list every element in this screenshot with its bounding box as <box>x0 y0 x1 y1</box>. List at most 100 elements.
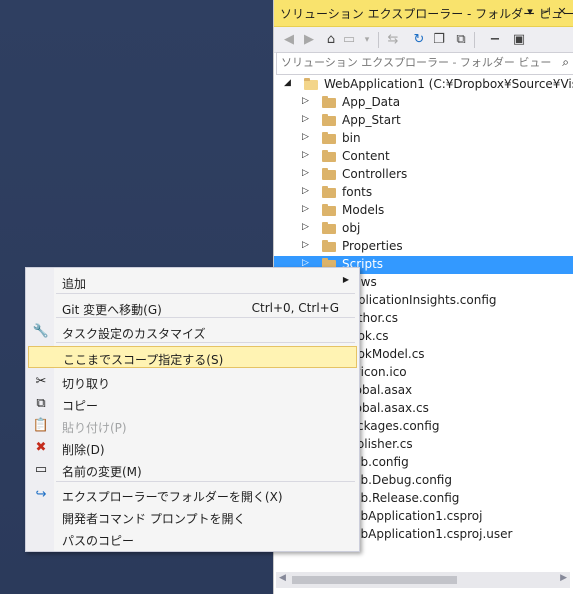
scroll-left-icon[interactable]: ◀ <box>279 573 286 583</box>
expand-arrow-icon[interactable]: ▷ <box>302 222 312 232</box>
dropdown-icon[interactable]: ▾ <box>522 4 538 20</box>
search-input[interactable] <box>277 53 555 72</box>
tree-item-label: App_Start <box>342 113 401 127</box>
home-icon[interactable]: ⌂ <box>322 31 340 49</box>
properties-icon[interactable]: − <box>486 31 504 49</box>
folder-icon <box>304 78 318 90</box>
switch-views-dropdown-icon[interactable]: ▾ <box>358 31 376 49</box>
menu-item[interactable]: 追加 ▶ <box>28 271 357 293</box>
collapse-all-icon[interactable]: ❐ <box>430 31 448 49</box>
tree-folder[interactable]: ▷ Properties <box>274 238 573 256</box>
menu-item-label: エクスプローラーでフォルダーを開く(X) <box>62 490 283 504</box>
switch-views-icon[interactable]: ▭ <box>340 31 358 49</box>
menu-item[interactable]: 📋 貼り付け(P) <box>28 415 357 437</box>
tree-folder[interactable]: ▷ Content <box>274 148 573 166</box>
horizontal-scrollbar[interactable]: ◀ ▶ <box>276 572 570 588</box>
expand-arrow-icon[interactable]: ▷ <box>302 168 312 178</box>
folder-icon <box>322 204 336 216</box>
folder-icon <box>322 222 336 234</box>
expand-arrow-icon[interactable]: ▷ <box>302 204 312 214</box>
folder-icon <box>322 186 336 198</box>
expand-arrow-icon[interactable]: ▷ <box>302 240 312 250</box>
menu-item-label: 名前の変更(M) <box>62 465 142 479</box>
tree-item-label: Content <box>342 149 390 163</box>
tree-folder[interactable]: ▷ bin <box>274 130 573 148</box>
back-icon[interactable]: ◀ <box>280 31 298 49</box>
tree-item-label: App_Data <box>342 95 401 109</box>
pin-icon[interactable]: ⊣ <box>538 4 554 20</box>
menu-item[interactable]: パスのコピー <box>28 528 357 550</box>
tree-root-label: WebApplication1 (C:¥Dropbox¥Source¥Visua… <box>324 77 573 91</box>
toolbar-separator <box>474 32 475 48</box>
rename-icon: ▭ <box>34 462 48 477</box>
menu-item-label: 貼り付け(P) <box>62 421 127 435</box>
forward-icon[interactable]: ▶ <box>300 31 318 49</box>
tree-item-label: bin <box>342 131 361 145</box>
tree-item-label: WebApplication1.csproj.user <box>342 527 513 541</box>
menu-item-label: コピー <box>62 399 99 413</box>
tree-item-label: WebApplication1.csproj <box>342 509 483 523</box>
tree-folder[interactable]: ▷ fonts <box>274 184 573 202</box>
menu-item-shortcut: Ctrl+0, Ctrl+G <box>251 301 339 315</box>
menu-separator <box>56 481 355 482</box>
menu-item-label: 削除(D) <box>62 443 105 457</box>
menu-item-label: ここまでスコープ指定する(S) <box>63 353 224 367</box>
menu-item-label: パスのコピー <box>62 534 135 548</box>
context-menu: 追加 ▶ Git 変更へ移動(G) Ctrl+0, Ctrl+G 🔧 タスク設定のカスタマ… <box>25 267 360 552</box>
tree-root[interactable]: ◢ WebApplication1 (C:¥Dropbox¥Source¥Vis… <box>274 76 573 94</box>
menu-item[interactable]: ▭ 名前の変更(M) <box>28 459 357 481</box>
tree-folder[interactable]: ▷ obj <box>274 220 573 238</box>
folder-icon <box>322 240 336 252</box>
tree-item-label: ApplicationInsights.config <box>342 293 497 307</box>
close-icon[interactable]: ✕ <box>554 4 570 20</box>
wrench-icon: 🔧 <box>32 324 50 339</box>
scissors-icon: ✂ <box>35 374 47 389</box>
show-all-files-icon[interactable]: ⧉ <box>452 31 470 49</box>
tree-folder[interactable]: ▷ Models <box>274 202 573 220</box>
tree-folder[interactable]: ▷ App_Data <box>274 94 573 112</box>
scrollbar-thumb[interactable] <box>292 576 457 584</box>
folder-icon <box>322 168 336 180</box>
tree-item-label: Properties <box>342 239 403 253</box>
expand-arrow-icon[interactable]: ▷ <box>302 186 312 196</box>
menu-item-label: 開発者コマンド プロンプトを開く <box>62 512 246 526</box>
tree-item-label: obj <box>342 221 361 235</box>
menu-item[interactable]: ↪ エクスプローラーでフォルダーを開く(X) <box>28 484 357 506</box>
menu-item-label: タスク設定のカスタマイズ <box>62 327 206 341</box>
delete-icon: ✖ <box>35 440 47 455</box>
menu-item[interactable]: 🔧 タスク設定のカスタマイズ <box>28 321 357 343</box>
search-icon[interactable]: ⌕ <box>562 55 569 70</box>
folder-icon <box>322 132 336 144</box>
preview-icon[interactable]: ▣ <box>510 31 528 49</box>
menu-item[interactable]: 開発者コマンド プロンプトを開く <box>28 506 357 528</box>
menu-item[interactable]: ⧉ コピー <box>28 393 357 415</box>
menu-item-label: 切り取り <box>62 377 111 391</box>
sync-icon[interactable]: ⇆ <box>384 31 402 49</box>
toolbar-separator <box>378 32 379 48</box>
menu-item-label: Git 変更へ移動(G) <box>62 303 162 317</box>
menu-item[interactable]: Git 変更へ移動(G) Ctrl+0, Ctrl+G <box>28 297 357 319</box>
tree-item-label: Controllers <box>342 167 408 181</box>
scroll-right-icon[interactable]: ▶ <box>560 573 567 583</box>
menu-item[interactable]: ✖ 削除(D) <box>28 437 357 459</box>
menu-item[interactable]: ここまでスコープ指定する(S) <box>28 346 357 368</box>
submenu-arrow-icon: ▶ <box>342 275 349 284</box>
folder-icon <box>322 114 336 126</box>
menu-item[interactable]: ✂ 切り取り <box>28 371 357 393</box>
expand-arrow-icon[interactable]: ▷ <box>302 150 312 160</box>
refresh-icon[interactable]: ↻ <box>410 31 428 49</box>
panel-title-bar: ソリューション エクスプローラー - フォルダー ビュー ▾ ⊣ ✕ <box>274 0 573 27</box>
tree-item-label: fonts <box>342 185 373 199</box>
paste-icon: 📋 <box>32 418 50 433</box>
tree-folder[interactable]: ▷ App_Start <box>274 112 573 130</box>
folder-icon <box>322 150 336 162</box>
expand-arrow-icon[interactable]: ▷ <box>302 114 312 124</box>
menu-item-label: 追加 <box>62 277 87 291</box>
tree-folder[interactable]: ▷ Controllers <box>274 166 573 184</box>
expand-arrow-icon[interactable]: ▷ <box>302 96 312 106</box>
tree-item-label: Models <box>342 203 385 217</box>
menu-separator <box>56 293 355 294</box>
expand-arrow-icon[interactable]: ▷ <box>302 132 312 142</box>
search-box[interactable]: ⌕ <box>276 52 573 75</box>
expanded-arrow-icon[interactable]: ◢ <box>284 78 294 88</box>
